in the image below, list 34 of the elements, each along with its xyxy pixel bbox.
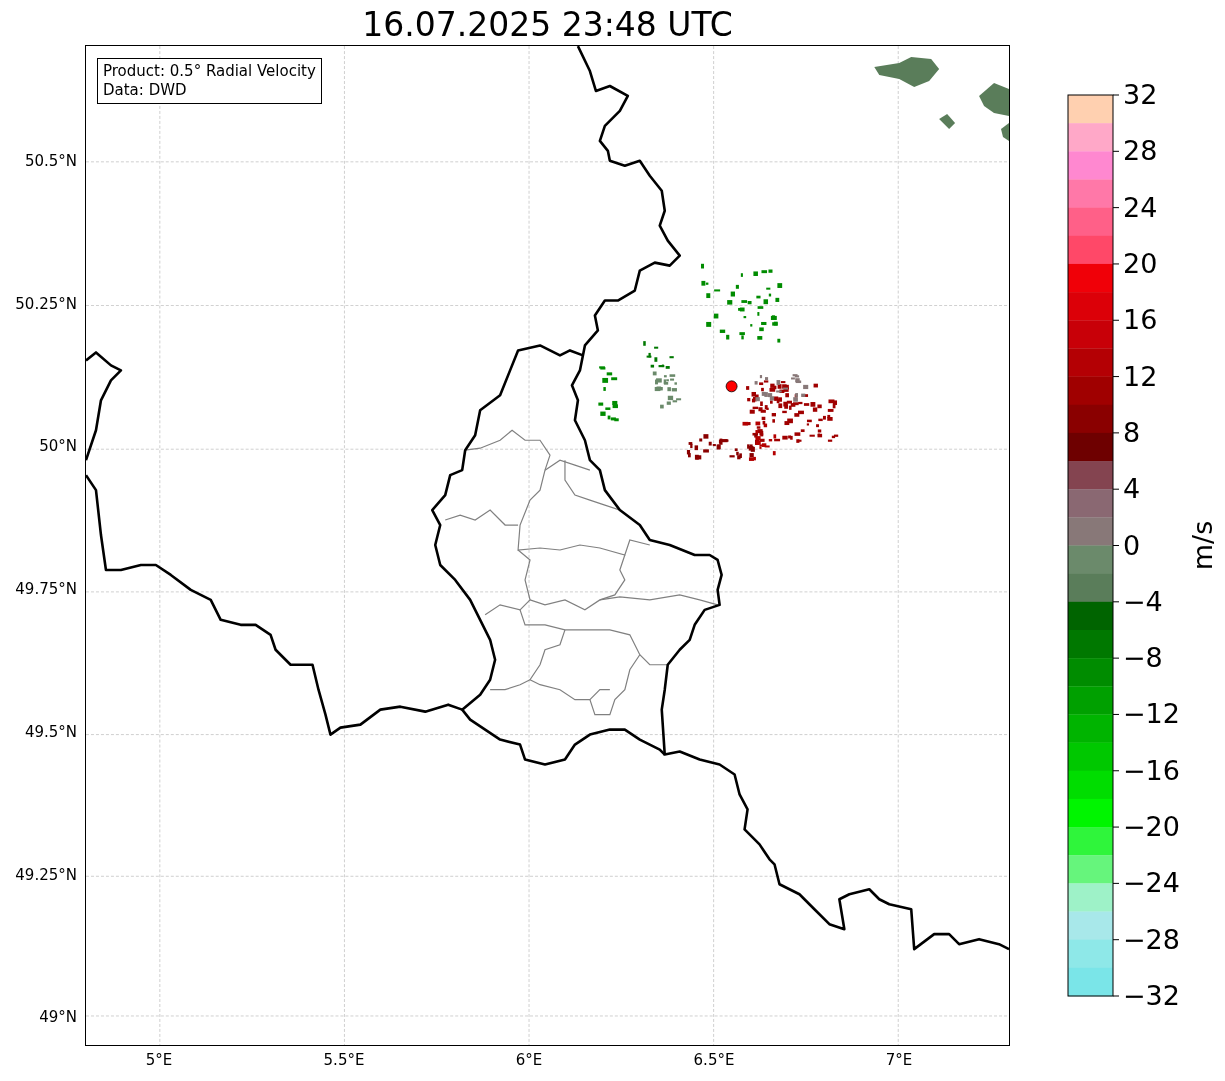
- legend-text: Data: DWD: [103, 81, 188, 100]
- colorbar-tick-label: −24: [1123, 867, 1180, 900]
- colorbar-unit-label: m/s: [1187, 520, 1219, 571]
- colorbar-tick-label: 0: [1123, 529, 1141, 562]
- colorbar-tick-label: −4: [1123, 585, 1163, 618]
- colorbar-tick-label: 20: [1123, 247, 1158, 280]
- latitude-label: 49°N: [39, 1008, 77, 1027]
- radar-site-marker: [725, 380, 738, 393]
- latitude-label: 50.25°N: [15, 294, 77, 313]
- colorbar-tick-label: −20: [1123, 811, 1180, 844]
- colorbar-tick-label: 24: [1123, 191, 1158, 224]
- longitude-label: 7°E: [885, 1051, 913, 1069]
- colorbar-tick-label: 16: [1123, 304, 1158, 337]
- longitude-label: 6°E: [515, 1051, 543, 1069]
- longitude-label: 5°E: [145, 1051, 173, 1069]
- colorbar-tick-label: −32: [1123, 980, 1180, 1012]
- latitude-label: 50.5°N: [24, 152, 77, 170]
- colorbar-tick-label: −12: [1123, 698, 1180, 731]
- chart-title: 16.07.2025 23:48 UTC: [362, 5, 733, 45]
- longitude-label: 6.5°E: [693, 1051, 735, 1069]
- legend-text: Product: 0.5° Radial Velocity: [103, 62, 316, 81]
- colorbar-tick-label: −16: [1123, 754, 1180, 787]
- colorbar-tick-label: 32: [1123, 79, 1158, 111]
- colorbar-tick-label: 12: [1123, 360, 1158, 393]
- longitude-label: 5.5°E: [323, 1051, 365, 1069]
- colorbar-tick-label: 8: [1123, 416, 1141, 449]
- latitude-label: 49.25°N: [15, 865, 77, 884]
- colorbar-tick-label: −28: [1123, 923, 1180, 956]
- colorbar-tick-label: 28: [1123, 135, 1158, 168]
- latitude-label: 49.75°N: [15, 580, 77, 599]
- latitude-label: 50°N: [39, 437, 77, 456]
- colorbar-tick-label: 4: [1123, 473, 1141, 506]
- latitude-label: 49.5°N: [24, 722, 77, 741]
- colorbar-tick-label: −8: [1123, 642, 1163, 675]
